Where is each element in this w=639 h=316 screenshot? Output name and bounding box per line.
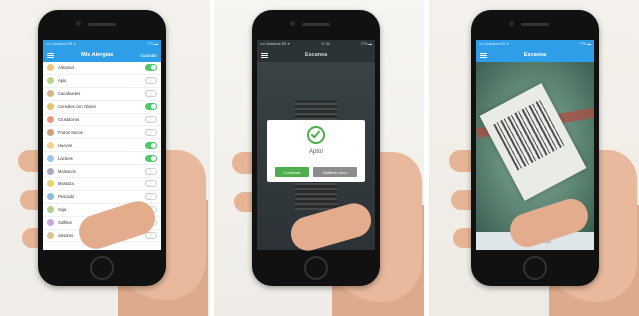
allergen-icon	[47, 77, 54, 85]
camera-icon	[290, 21, 295, 26]
allergen-toggle[interactable]	[145, 141, 157, 149]
list-item[interactable]: Huevos	[43, 139, 161, 153]
allergen-toggle[interactable]	[145, 128, 157, 136]
allergen-label: Moluscos	[58, 168, 76, 174]
allergen-label: Cereales con Gluten	[58, 104, 97, 110]
allergen-label: Altramuz	[58, 65, 75, 71]
allergen-label: Frutos Secos	[58, 129, 83, 135]
home-button[interactable]	[304, 256, 328, 280]
barcode-label	[479, 83, 587, 201]
time-text: 17:30	[320, 42, 330, 46]
status-bar: •••• Vodafone ES ✦ 17:30 77% ▬	[257, 40, 375, 48]
page-title: Mis Alergias	[81, 52, 114, 58]
check-icon	[307, 126, 325, 144]
list-item[interactable]: Lácteos	[43, 152, 161, 166]
carrier-text: •••• Vodafone ES ✦	[260, 42, 291, 46]
allergen-label: Crustáceos	[58, 117, 80, 122]
list-item[interactable]: Cacahuetes	[43, 88, 161, 101]
allergen-label: Apio	[58, 78, 67, 84]
allergen-toggle[interactable]	[145, 180, 157, 188]
list-item[interactable]: Frutos Secos	[43, 126, 161, 140]
menu-icon[interactable]	[47, 52, 54, 58]
allergen-icon	[47, 90, 54, 98]
allergen-icon	[47, 128, 54, 136]
result-dialog: Apto! Continuar Notificar error	[267, 120, 365, 182]
allergen-icon	[47, 64, 54, 72]
carrier-text: •••• Vodafone ES ✦	[479, 42, 510, 46]
allergen-icon	[47, 193, 54, 201]
camera-icon	[76, 21, 81, 26]
allergen-icon	[47, 180, 54, 188]
allergen-icon	[47, 167, 54, 175]
result-text: Apto!	[308, 149, 323, 155]
allergen-toggle[interactable]	[145, 116, 157, 123]
allergen-label: Pescado	[58, 194, 75, 200]
allergen-label: Cacahuetes	[58, 91, 81, 97]
report-error-button[interactable]: Notificar error	[313, 167, 357, 177]
allergen-icon	[47, 154, 54, 162]
allergen-icon	[47, 116, 54, 123]
panel-allergies: •••• Vodafone ES ✦ 77% ▬ Mis Alergias Gu…	[0, 0, 210, 316]
list-item[interactable]: Cereales con Gluten	[43, 101, 161, 114]
list-item[interactable]: Mostaza	[43, 178, 161, 191]
speaker	[521, 23, 549, 26]
allergen-icon	[47, 141, 54, 149]
speaker	[302, 23, 330, 26]
continue-button[interactable]: Continuar	[275, 167, 309, 177]
page-title: Escanea	[304, 52, 328, 58]
allergen-label: Lácteos	[58, 155, 73, 161]
allergen-icon	[47, 103, 54, 111]
battery-text: 77% ▬	[146, 42, 158, 46]
allergen-toggle[interactable]	[145, 64, 157, 72]
allergen-label: Mostaza	[58, 181, 74, 187]
allergen-label: Huevos	[58, 142, 73, 148]
camera-icon	[509, 21, 514, 26]
menu-icon[interactable]	[480, 52, 487, 58]
home-button[interactable]	[523, 256, 547, 280]
status-bar: •••• Vodafone ES ✦ 77% ▬	[43, 40, 161, 48]
allergen-toggle[interactable]	[145, 232, 157, 240]
nav-bar: Escanea	[476, 48, 594, 62]
battery-text: 77% ▬	[360, 42, 372, 46]
allergen-toggle[interactable]	[145, 77, 157, 85]
speaker	[88, 23, 116, 26]
allergen-toggle[interactable]	[145, 103, 157, 111]
home-button[interactable]	[90, 256, 114, 280]
allergen-toggle[interactable]	[145, 154, 157, 162]
battery-text: 77% ▬	[579, 42, 591, 46]
allergen-toggle[interactable]	[145, 167, 157, 175]
allergen-icon	[47, 206, 54, 214]
menu-icon[interactable]	[261, 52, 268, 58]
allergen-icon	[47, 232, 54, 240]
nav-bar: Mis Alergias Guardar	[43, 48, 161, 62]
nav-bar: Escanea	[257, 48, 375, 62]
list-item[interactable]: Moluscos	[43, 165, 161, 179]
page-title: Escanea	[523, 52, 547, 58]
barcode-icon	[493, 99, 566, 171]
carrier-text: •••• Vodafone ES ✦	[46, 42, 77, 46]
panel-result: •••• Vodafone ES ✦ 17:30 77% ▬ Escanea A…	[214, 0, 424, 316]
allergen-toggle[interactable]	[145, 193, 157, 201]
save-button[interactable]: Guardar	[140, 53, 157, 58]
list-item[interactable]: Apio	[43, 75, 161, 88]
allergen-icon	[47, 219, 54, 227]
panel-scanner: •••• Vodafone ES ✦ 77% ▬ Escanea Escanea…	[429, 0, 639, 316]
status-bar: •••• Vodafone ES ✦ 77% ▬	[476, 40, 594, 48]
list-item[interactable]: Altramuz	[43, 62, 161, 75]
allergen-toggle[interactable]	[145, 90, 157, 98]
list-item[interactable]: Crustáceos	[43, 114, 161, 127]
